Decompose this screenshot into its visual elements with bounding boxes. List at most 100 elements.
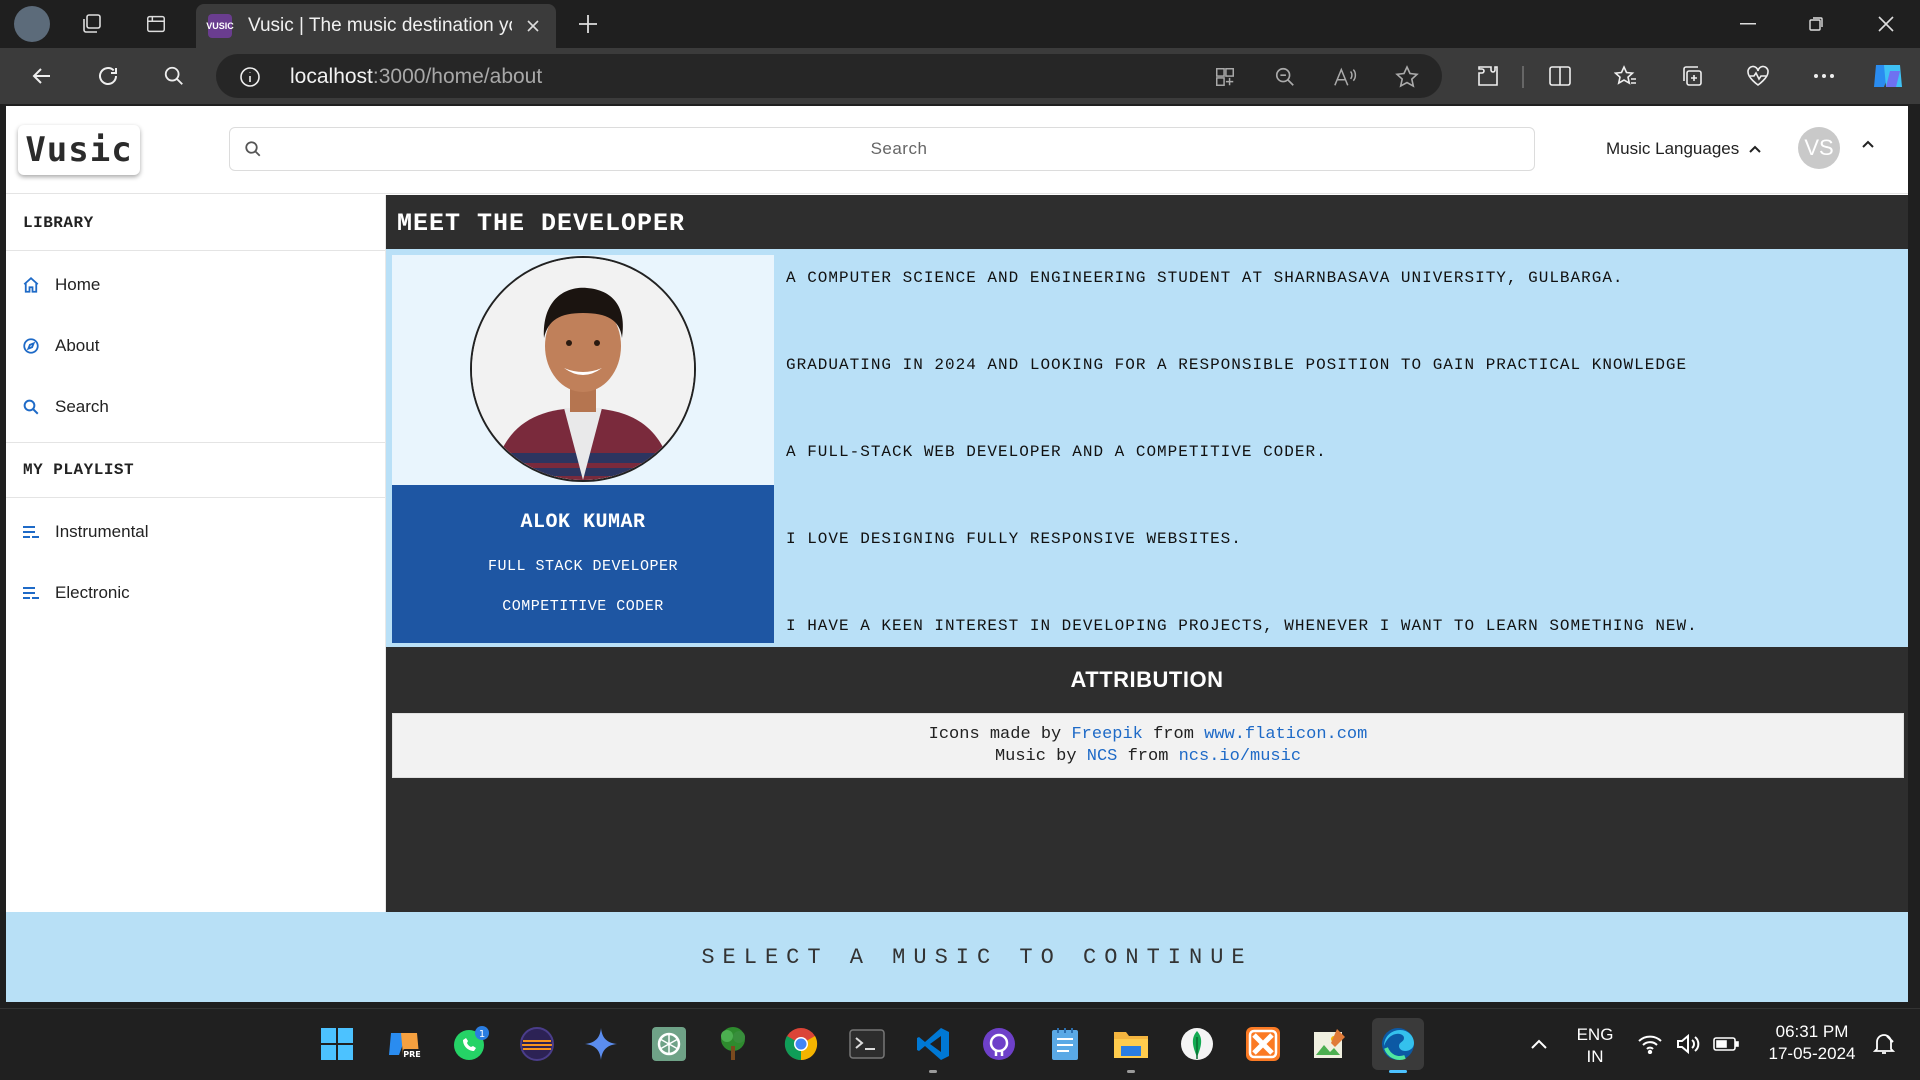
- sidebar-item-home[interactable]: Home: [6, 254, 385, 315]
- restore-icon[interactable]: [1792, 8, 1840, 40]
- refresh-icon[interactable]: [92, 60, 124, 92]
- mongodb-compass-icon[interactable]: [1176, 1023, 1218, 1065]
- developer-name-panel: ALOK KUMAR FULL STACK DEVELOPER COMPETIT…: [392, 485, 774, 643]
- notepad-icon[interactable]: [1044, 1023, 1086, 1065]
- split-screen-icon[interactable]: [1544, 60, 1576, 92]
- sidebar-item-electronic[interactable]: Electronic: [6, 562, 385, 623]
- minimize-icon[interactable]: [1724, 8, 1772, 40]
- region-code: IN: [1586, 1047, 1604, 1066]
- favorite-star-icon[interactable]: [1394, 64, 1420, 90]
- address-bar[interactable]: localhost:3000/home/about: [216, 54, 1442, 98]
- url-host: localhost: [290, 65, 373, 88]
- attribution-box: Icons made by Freepik from www.flaticon.…: [392, 713, 1904, 778]
- browser-tab-bar: VUSIC Vusic | The music destination you: [0, 0, 1920, 48]
- terminal-icon[interactable]: [846, 1023, 888, 1065]
- account-chevron-up-icon[interactable]: [1862, 140, 1874, 148]
- vusic-logo[interactable]: Vusic: [18, 125, 140, 175]
- file-explorer-icon[interactable]: [1110, 1023, 1152, 1073]
- close-tab-icon[interactable]: [522, 15, 544, 37]
- xampp-icon[interactable]: [1242, 1023, 1284, 1065]
- whatsapp-icon[interactable]: 1: [450, 1023, 492, 1065]
- compass-icon: [21, 336, 41, 356]
- page-title: MEET THE DEVELOPER: [397, 209, 686, 238]
- fact-item: A FULL-STACK WEB DEVELOPER AND A COMPETI…: [786, 443, 1327, 461]
- chrome-icon[interactable]: [780, 1023, 822, 1065]
- attribution-text: Music by: [994, 747, 1077, 766]
- flaticon-link[interactable]: www.flaticon.com: [1204, 725, 1367, 744]
- new-tab-icon[interactable]: [574, 10, 602, 38]
- tab-actions-icon[interactable]: [142, 10, 170, 38]
- collections-icon[interactable]: [1676, 60, 1708, 92]
- developer-card: ALOK KUMAR FULL STACK DEVELOPER COMPETIT…: [386, 249, 1908, 647]
- library-heading: LIBRARY: [6, 195, 385, 251]
- url-text[interactable]: localhost:3000/home/about: [290, 65, 542, 89]
- developer-profile: ALOK KUMAR FULL STACK DEVELOPER COMPETIT…: [392, 255, 774, 643]
- attribution-text: Icons made by: [928, 725, 1062, 744]
- volume-icon[interactable]: [1668, 1023, 1708, 1065]
- developer-name: ALOK KUMAR: [520, 511, 646, 534]
- eclipse-icon[interactable]: [516, 1023, 558, 1065]
- extensions-icon[interactable]: [1472, 60, 1504, 92]
- sidebar-item-about[interactable]: About: [6, 315, 385, 376]
- browser-search-icon[interactable]: [158, 60, 190, 92]
- language-code: ENG: [1576, 1025, 1614, 1044]
- vusic-favicon-icon: VUSIC: [206, 14, 234, 38]
- windows-start-icon[interactable]: [316, 1023, 358, 1065]
- user-avatar[interactable]: VS: [1798, 127, 1840, 169]
- attribution-heading: ATTRIBUTION: [1070, 667, 1224, 692]
- search-icon: [21, 397, 41, 417]
- show-hidden-icons-chevron-icon[interactable]: [1518, 1023, 1560, 1065]
- clock[interactable]: 06:31 PM 17-05-2024: [1752, 1021, 1872, 1065]
- windows-taskbar: PRE 1 ENG IN 06:31 PM 17-05-2024: [0, 1008, 1920, 1080]
- playlist-icon: [21, 522, 41, 542]
- chevron-up-icon: [1749, 145, 1761, 153]
- fact-item: GRADUATING IN 2024 AND LOOKING FOR A RES…: [786, 356, 1688, 374]
- copilot-pre-icon[interactable]: PRE: [384, 1023, 426, 1065]
- close-window-icon[interactable]: [1862, 8, 1910, 40]
- notifications-icon[interactable]: [1866, 1023, 1902, 1065]
- zoom-out-icon[interactable]: [1272, 64, 1298, 90]
- gemini-icon[interactable]: [580, 1023, 622, 1065]
- whatsapp-badge: 1: [479, 1029, 485, 1040]
- svg-text:PRE: PRE: [403, 1050, 421, 1059]
- ncs-link[interactable]: NCS: [1087, 747, 1118, 766]
- clock-time: 06:31 PM: [1775, 1022, 1849, 1041]
- wifi-icon[interactable]: [1630, 1023, 1670, 1065]
- search-bar[interactable]: [229, 127, 1535, 171]
- photo-area: [392, 255, 774, 485]
- copilot-icon[interactable]: [1868, 58, 1908, 94]
- edge-browser-icon[interactable]: [1372, 1018, 1424, 1073]
- workspaces-icon[interactable]: [78, 10, 106, 38]
- sidebar-item-instrumental[interactable]: Instrumental: [6, 501, 385, 562]
- attribution-text: from: [1153, 725, 1194, 744]
- toolbar-divider: [1522, 66, 1524, 88]
- app-available-icon[interactable]: [1212, 64, 1238, 90]
- sidebar-item-label: Search: [55, 396, 109, 416]
- developer-facts: A COMPUTER SCIENCE AND ENGINEERING STUDE…: [786, 267, 1698, 702]
- clock-date: 17-05-2024: [1768, 1044, 1856, 1063]
- more-options-icon[interactable]: [1808, 60, 1840, 92]
- back-arrow-icon[interactable]: [26, 60, 58, 92]
- read-aloud-icon[interactable]: [1332, 64, 1358, 90]
- site-info-icon[interactable]: [238, 65, 262, 89]
- input-language[interactable]: ENG IN: [1570, 1024, 1620, 1068]
- tree-app-icon[interactable]: [712, 1023, 754, 1065]
- freepik-link[interactable]: Freepik: [1071, 725, 1142, 744]
- developer-role-secondary: COMPETITIVE CODER: [502, 598, 664, 615]
- music-languages-button[interactable]: Music Languages: [1606, 139, 1761, 159]
- profile-avatar-icon[interactable]: [14, 6, 50, 42]
- ncs-music-link[interactable]: ncs.io/music: [1179, 747, 1301, 766]
- favorites-icon[interactable]: [1610, 60, 1642, 92]
- fact-item: A COMPUTER SCIENCE AND ENGINEERING STUDE…: [786, 269, 1624, 287]
- vusic-page: Vusic Music Languages VS LIBRARY Home: [6, 106, 1908, 1002]
- browser-tab-active[interactable]: VUSIC Vusic | The music destination you: [196, 4, 556, 48]
- browser-essentials-icon[interactable]: [1742, 60, 1774, 92]
- sidebar-item-search[interactable]: Search: [6, 376, 385, 437]
- battery-icon[interactable]: [1706, 1023, 1746, 1065]
- github-desktop-icon[interactable]: [978, 1023, 1020, 1065]
- vscode-icon[interactable]: [912, 1023, 954, 1073]
- music-languages-label: Music Languages: [1606, 139, 1740, 158]
- search-input[interactable]: [274, 128, 1524, 170]
- chatgpt-icon[interactable]: [648, 1023, 690, 1065]
- image-editor-icon[interactable]: [1308, 1023, 1350, 1065]
